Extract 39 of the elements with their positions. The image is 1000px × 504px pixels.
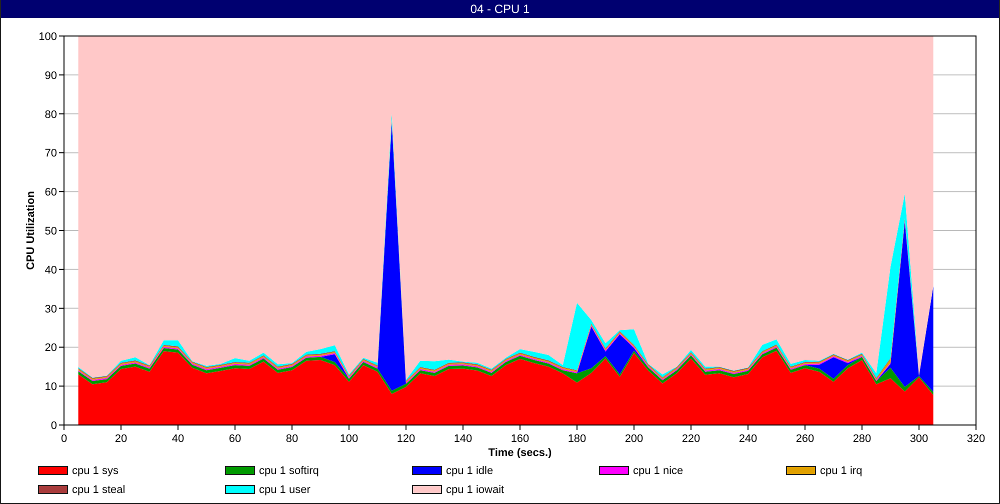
tick-label: 260 bbox=[796, 433, 814, 445]
tick-label: 90 bbox=[44, 70, 57, 82]
window-title: 04 - CPU 1 bbox=[1, 0, 999, 18]
legend-label: cpu 1 softirq bbox=[259, 464, 319, 476]
tick-label: 10 bbox=[44, 381, 57, 394]
tick-label: 20 bbox=[44, 342, 57, 354]
tick-label: 320 bbox=[966, 433, 986, 445]
legend-label: cpu 1 irq bbox=[820, 464, 862, 476]
tick-label: 300 bbox=[910, 433, 928, 445]
legend-label: cpu 1 steal bbox=[72, 484, 126, 496]
tick-label: 200 bbox=[624, 433, 644, 445]
legend-label: cpu 1 user bbox=[259, 484, 310, 496]
tick-label: 160 bbox=[510, 433, 530, 445]
tick-label: 0 bbox=[60, 433, 68, 445]
tick-label: 80 bbox=[286, 433, 298, 445]
tick-label: 60 bbox=[228, 433, 242, 445]
axis-title: Time (secs.) bbox=[488, 447, 552, 458]
tick-label: 120 bbox=[396, 433, 416, 445]
tick-label: 180 bbox=[568, 433, 586, 445]
tick-label: 100 bbox=[340, 433, 358, 445]
tick-label: 40 bbox=[44, 264, 57, 276]
legend-label: cpu 1 iowait bbox=[446, 484, 504, 496]
legend-label: cpu 1 sys bbox=[72, 464, 118, 476]
tick-label: 240 bbox=[738, 433, 758, 445]
tick-label: 80 bbox=[44, 108, 57, 121]
legend-label: cpu 1 idle bbox=[446, 464, 494, 476]
tick-label: 40 bbox=[172, 433, 184, 445]
axis-title: CPU Utilization bbox=[25, 191, 37, 270]
tick-label: 220 bbox=[682, 433, 700, 445]
tick-label: 280 bbox=[852, 433, 872, 445]
tick-label: 100 bbox=[38, 31, 57, 43]
tick-label: 50 bbox=[44, 226, 57, 238]
tick-label: 140 bbox=[454, 433, 472, 445]
tick-label: 30 bbox=[44, 303, 57, 316]
tick-label: 60 bbox=[44, 186, 57, 199]
tick-label: 70 bbox=[44, 148, 57, 160]
tick-label: 20 bbox=[114, 433, 128, 445]
legend-label: cpu 1 nice bbox=[633, 464, 684, 476]
tick-label: 0 bbox=[50, 420, 57, 432]
